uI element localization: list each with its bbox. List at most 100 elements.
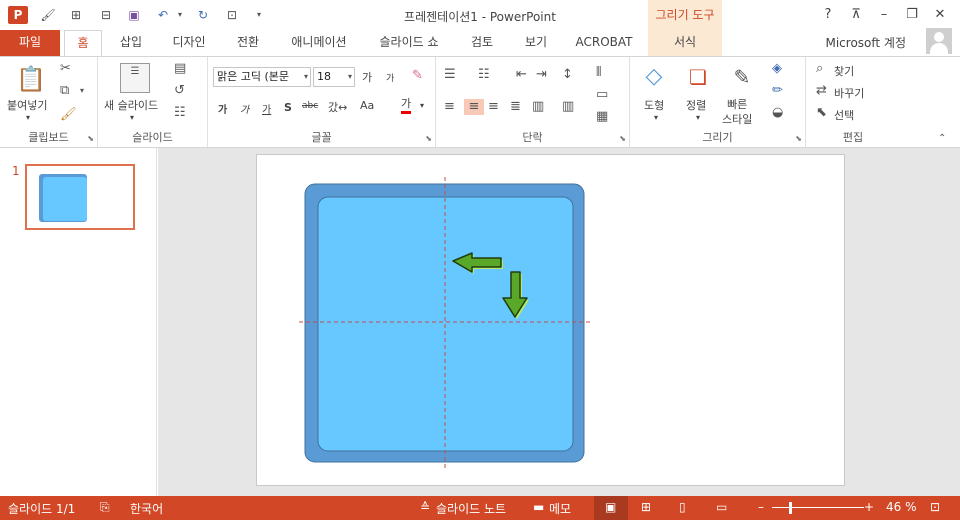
undo-dropdown-icon[interactable]: ▾: [172, 7, 188, 23]
distributed-icon[interactable]: ▥: [532, 99, 544, 115]
font-color-button[interactable]: 가: [401, 97, 412, 114]
shrink-font-button[interactable]: 가: [386, 71, 394, 84]
font-color-dropdown-icon[interactable]: ▾: [420, 101, 424, 110]
zoom-in-icon[interactable]: +: [864, 500, 874, 514]
arrange-button[interactable]: 정렬: [686, 97, 706, 113]
columns-icon[interactable]: ▥: [562, 99, 574, 115]
cut-icon[interactable]: ✂: [60, 61, 71, 77]
copy-icon[interactable]: ⧉: [60, 83, 69, 99]
fit-slide-icon[interactable]: ⊡: [930, 500, 940, 514]
customize-qat-icon[interactable]: ▾: [251, 7, 267, 23]
clipboard-launcher-icon[interactable]: ⬊: [87, 134, 94, 143]
paste-button[interactable]: 붙여넣기: [7, 97, 47, 113]
bullets-icon[interactable]: ☰: [444, 67, 456, 83]
spell-check-icon[interactable]: ⎘: [100, 500, 110, 515]
zoom-level[interactable]: 46 %: [886, 500, 917, 514]
format-painter-icon[interactable]: 🖌: [60, 107, 77, 123]
character-spacing-button[interactable]: 갔↔: [328, 99, 347, 115]
font-launcher-icon[interactable]: ⬊: [425, 134, 432, 143]
minimize-icon[interactable]: –: [872, 4, 896, 26]
align-center-icon[interactable]: ⊞: [68, 7, 84, 23]
italic-button[interactable]: 가: [240, 101, 249, 116]
distribute-icon[interactable]: ⊟: [98, 7, 114, 23]
save-icon[interactable]: ▣: [126, 7, 142, 23]
restore-icon[interactable]: ❐: [900, 4, 924, 26]
quick-styles-icon[interactable]: ✎: [728, 63, 756, 91]
bold-button[interactable]: 가: [218, 101, 227, 116]
new-slide-icon[interactable]: ☰: [120, 63, 150, 93]
paste-icon[interactable]: 📋: [16, 63, 46, 95]
shape-effects-icon[interactable]: ◒: [772, 105, 783, 121]
account-link[interactable]: Microsoft 계정: [825, 34, 906, 51]
numbering-icon[interactable]: ☷: [478, 67, 490, 83]
shadow-button[interactable]: S: [284, 101, 292, 114]
slideshow-view-icon[interactable]: ▭: [716, 500, 727, 514]
paragraph-launcher-icon[interactable]: ⬊: [619, 134, 626, 143]
strikethrough-button[interactable]: abc: [302, 101, 318, 111]
shape-fill-icon[interactable]: ◈: [772, 61, 782, 77]
drawing-launcher-icon[interactable]: ⬊: [795, 134, 802, 143]
copy-dropdown-icon[interactable]: ▾: [80, 83, 84, 99]
notes-icon[interactable]: ≙: [420, 500, 430, 514]
normal-view-button[interactable]: ▣: [594, 496, 628, 520]
tab-transitions[interactable]: 전환: [224, 30, 272, 56]
paste-dropdown-icon[interactable]: ▾: [26, 113, 30, 122]
shapes-dropdown-icon[interactable]: ▾: [654, 113, 658, 122]
collapse-ribbon-icon[interactable]: ⌃: [938, 131, 946, 147]
arrange-icon[interactable]: ❏: [684, 63, 712, 91]
zoom-out-icon[interactable]: –: [758, 500, 764, 514]
tab-animations[interactable]: 애니메이션: [278, 30, 360, 56]
new-slide-button[interactable]: 새 슬라이드: [104, 97, 158, 113]
zoom-slider[interactable]: [772, 507, 864, 508]
decrease-indent-icon[interactable]: ⇤: [516, 67, 527, 83]
avatar[interactable]: [926, 28, 952, 54]
grow-font-button[interactable]: 가: [362, 69, 372, 85]
tab-review[interactable]: 검토: [458, 30, 506, 56]
smartart-icon[interactable]: ▦: [596, 109, 608, 125]
tab-design[interactable]: 디자인: [160, 30, 218, 56]
slide-canvas[interactable]: [256, 154, 845, 486]
line-spacing-icon[interactable]: ↕: [562, 67, 573, 83]
comments-icon[interactable]: ▬: [533, 500, 544, 514]
shapes-button[interactable]: 도형: [644, 97, 664, 113]
shape-outline-icon[interactable]: ✏: [772, 83, 783, 99]
start-from-beginning-icon[interactable]: ⊡: [224, 7, 240, 23]
font-size-combobox[interactable]: 18 ▾: [313, 67, 355, 87]
close-icon[interactable]: ✕: [928, 4, 952, 26]
arrange-dropdown-icon[interactable]: ▾: [696, 113, 700, 122]
align-left-icon[interactable]: ≡: [444, 99, 455, 115]
reading-view-icon[interactable]: ▯: [679, 500, 686, 514]
tab-slideshow[interactable]: 슬라이드 쇼: [366, 30, 452, 56]
replace-button[interactable]: 바꾸기: [834, 85, 864, 101]
slide-sorter-icon[interactable]: ⊞: [641, 500, 651, 514]
clear-formatting-icon[interactable]: ✎: [412, 68, 423, 84]
undo-icon[interactable]: ↶: [155, 7, 171, 23]
text-direction-icon[interactable]: ⫴: [596, 65, 601, 81]
redo-icon[interactable]: ↻: [195, 7, 211, 23]
change-case-button[interactable]: Aa: [360, 99, 374, 112]
tab-insert[interactable]: 삽입: [108, 30, 154, 56]
find-button[interactable]: 찾기: [834, 63, 854, 79]
select-icon[interactable]: ⬉: [816, 105, 827, 121]
find-icon[interactable]: ⌕: [816, 61, 823, 77]
align-text-icon[interactable]: ▭: [596, 87, 608, 103]
layout-icon[interactable]: ▤: [174, 61, 186, 77]
help-button[interactable]: ?: [816, 4, 840, 26]
section-icon[interactable]: ☷: [174, 105, 186, 121]
underline-button[interactable]: 가: [262, 101, 271, 116]
reset-icon[interactable]: ↺: [174, 83, 185, 99]
tab-home[interactable]: 홈: [64, 30, 102, 57]
ribbon-display-options-icon[interactable]: ⊼: [844, 4, 868, 26]
brush-icon[interactable]: 🖌: [40, 7, 56, 23]
font-name-combobox[interactable]: 맑은 고딕 (본문 ▾: [213, 67, 311, 87]
quick-styles-button[interactable]: 빠른 스타일: [722, 97, 752, 127]
replace-icon[interactable]: ⇄: [816, 83, 827, 99]
language-indicator[interactable]: 한국어: [130, 500, 163, 517]
new-slide-dropdown-icon[interactable]: ▾: [130, 113, 134, 122]
shapes-icon[interactable]: ◇: [640, 63, 668, 91]
increase-indent-icon[interactable]: ⇥: [536, 67, 547, 83]
tab-format[interactable]: 서식: [648, 30, 722, 56]
tab-acrobat[interactable]: ACROBAT: [566, 30, 642, 56]
tab-view[interactable]: 보기: [512, 30, 560, 56]
align-right-icon[interactable]: ≡: [488, 99, 499, 115]
